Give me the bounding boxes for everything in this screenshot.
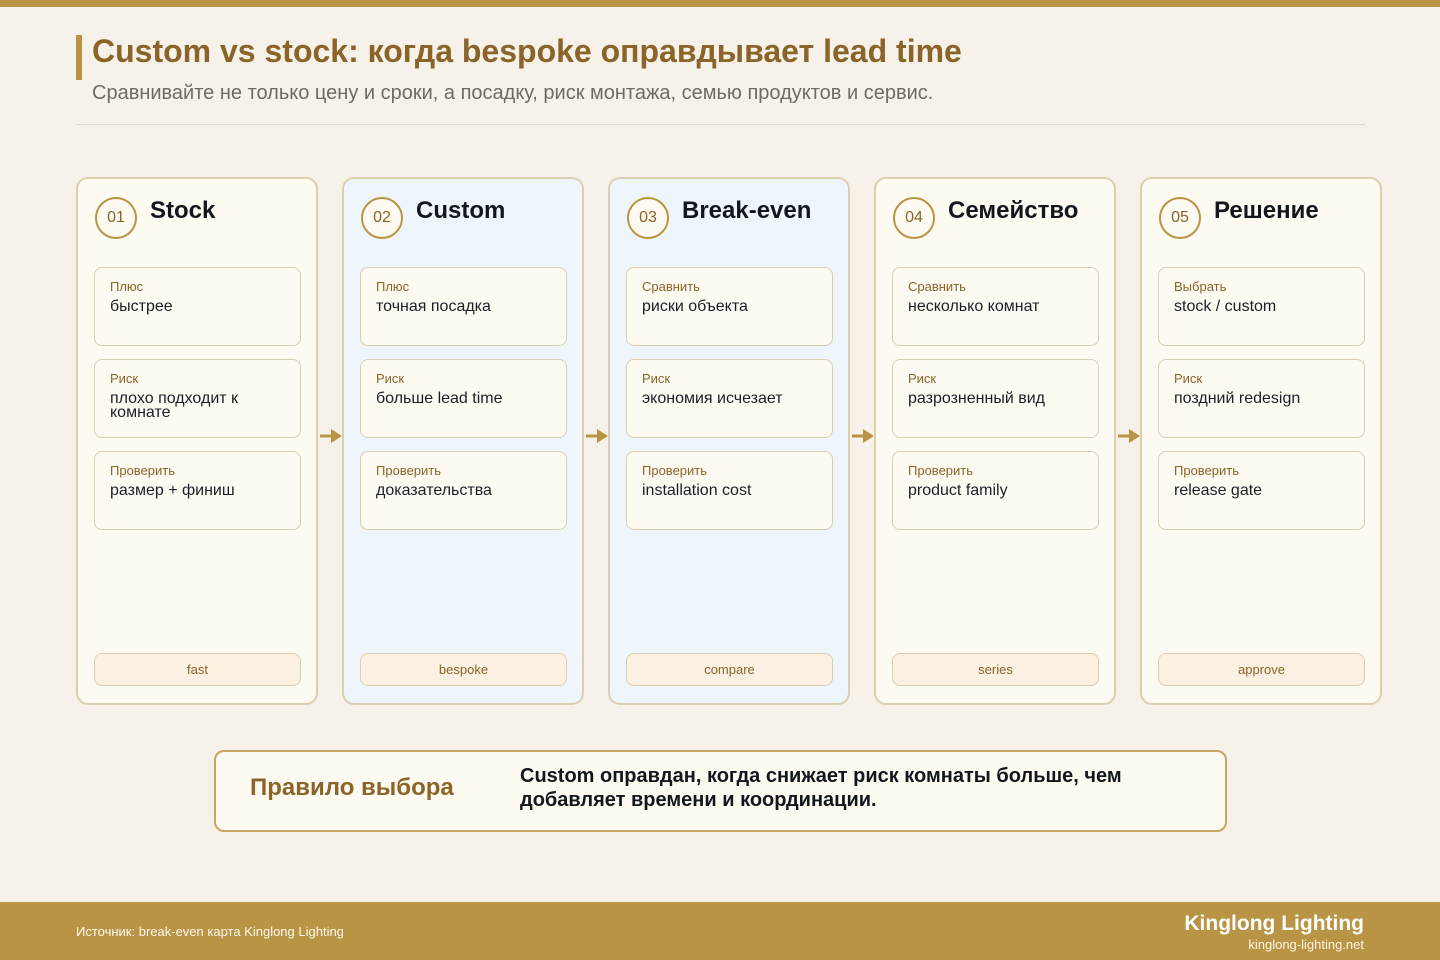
arrow-right-icon [586,429,608,443]
card-value: installation cost [642,482,752,499]
card-risk: Риск экономия исчезает [626,359,833,438]
card-value: stock / custom [1174,298,1277,315]
arrow-right-icon [852,429,874,443]
column-title: Break-even [682,197,812,224]
step-badge: 04 [893,197,935,239]
card-label: Риск [110,371,139,386]
column-tag: bespoke [360,653,567,686]
card-label: Проверить [376,463,442,478]
card-label: Сравнить [642,279,700,294]
card-label: Сравнить [908,279,966,294]
column-tag: approve [1158,653,1365,686]
card-check: Проверить доказательства [360,451,567,530]
card-value: размер + финиш [110,482,235,499]
step-badge: 05 [1159,197,1201,239]
column-tag: fast [94,653,301,686]
card-value: поздний redesign [1174,390,1301,407]
card-label: Плюс [376,279,410,294]
page-subtitle: Сравнивайте не только цену и сроки, а по… [92,82,934,104]
column-title: Custom [416,197,506,224]
card-risk: Риск поздний redesign [1158,359,1365,438]
card-check: Проверить product family [892,451,1099,530]
card-check: Проверить release gate [1158,451,1365,530]
card-value: разрозненный вид [908,390,1045,407]
column-tag: compare [626,653,833,686]
rule-title: Правило выбора [250,774,454,801]
step-badge: 01 [95,197,137,239]
column-stock: 01 Stock Плюс быстрее Риск плохо подходи… [76,177,318,705]
card-compare: Сравнить риски объекта [626,267,833,346]
column-decision: 05 Решение Выбрать stock / custom Риск п… [1140,177,1382,705]
card-value: несколько комнат [908,298,1040,315]
header-divider [76,124,1365,125]
selection-rule-box: Правило выбора Custom оправдан, когда сн… [214,750,1227,832]
rule-text: Custom оправдан, когда снижает риск комн… [520,765,1122,811]
card-value: плохо подходит к комнате [110,390,239,421]
column-title: Решение [1214,197,1319,224]
card-value: release gate [1174,482,1263,499]
arrow-right-icon [1118,429,1140,443]
column-family: 04 Семейство Сравнить несколько комнат Р… [874,177,1116,705]
card-value: больше lead time [376,390,503,407]
card-value: экономия исчезает [642,390,783,407]
card-label: Риск [908,371,937,386]
card-label: Риск [376,371,405,386]
card-label: Проверить [642,463,708,478]
title-accent-bar [76,35,82,80]
card-label: Проверить [110,463,176,478]
top-accent-bar [0,0,1440,7]
card-value: точная посадка [376,298,491,315]
footer: Источник: break-even карта Kinglong Ligh… [0,902,1440,960]
arrow-right-icon [320,429,342,443]
card-plus: Плюс точная посадка [360,267,567,346]
card-label: Проверить [1174,463,1240,478]
card-compare: Сравнить несколько комнат [892,267,1099,346]
card-check: Проверить размер + финиш [94,451,301,530]
card-label: Плюс [110,279,144,294]
card-label: Риск [1174,371,1203,386]
card-label: Выбрать [1174,279,1227,294]
footer-source: Источник: break-even карта Kinglong Ligh… [76,924,344,939]
card-risk: Риск плохо подходит к комнате [94,359,301,438]
card-value: быстрее [110,298,173,315]
card-risk: Риск разрозненный вид [892,359,1099,438]
step-badge: 03 [627,197,669,239]
brand-name: Kinglong Lighting [1184,912,1364,935]
step-badge: 02 [361,197,403,239]
card-value: product family [908,482,1008,499]
brand-url: kinglong-lighting.net [1248,937,1364,952]
card-label: Проверить [908,463,974,478]
column-custom: 02 Custom Плюс точная посадка Риск больш… [342,177,584,705]
column-title: Stock [150,197,216,224]
card-value: доказательства [376,482,492,499]
card-plus: Плюс быстрее [94,267,301,346]
card-choose: Выбрать stock / custom [1158,267,1365,346]
column-tag: series [892,653,1099,686]
column-break-even: 03 Break-even Сравнить риски объекта Рис… [608,177,850,705]
column-title: Семейство [948,197,1079,224]
card-value: риски объекта [642,298,748,315]
card-risk: Риск больше lead time [360,359,567,438]
card-label: Риск [642,371,671,386]
page-title: Custom vs stock: когда bespoke оправдыва… [92,33,962,69]
card-check: Проверить installation cost [626,451,833,530]
